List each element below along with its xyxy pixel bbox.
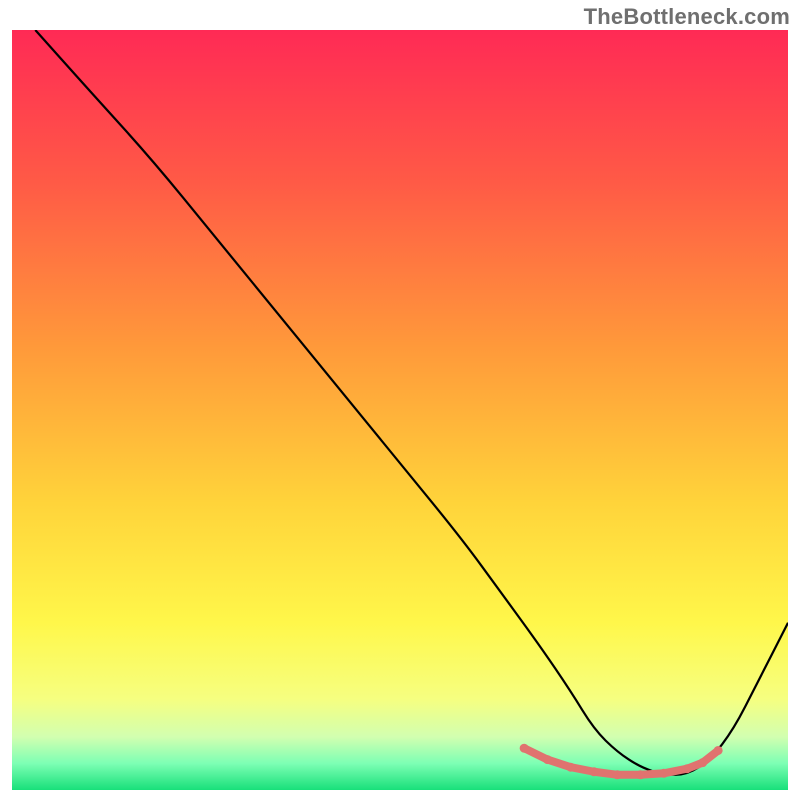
- optimal-range-dot: [543, 755, 552, 764]
- optimal-range-dot: [683, 764, 692, 773]
- optimal-range-dot: [636, 770, 645, 779]
- optimal-range-dot: [613, 770, 622, 779]
- optimal-range-dot: [659, 769, 668, 778]
- optimal-range-dot: [698, 758, 707, 767]
- optimal-range-dot: [520, 744, 529, 753]
- optimal-range-dot: [590, 767, 599, 776]
- optimal-range-dot: [714, 746, 723, 755]
- chart-background: [12, 30, 788, 790]
- bottleneck-chart: [12, 30, 788, 790]
- watermark-text: TheBottleneck.com: [584, 4, 790, 30]
- optimal-range-dot: [566, 763, 575, 772]
